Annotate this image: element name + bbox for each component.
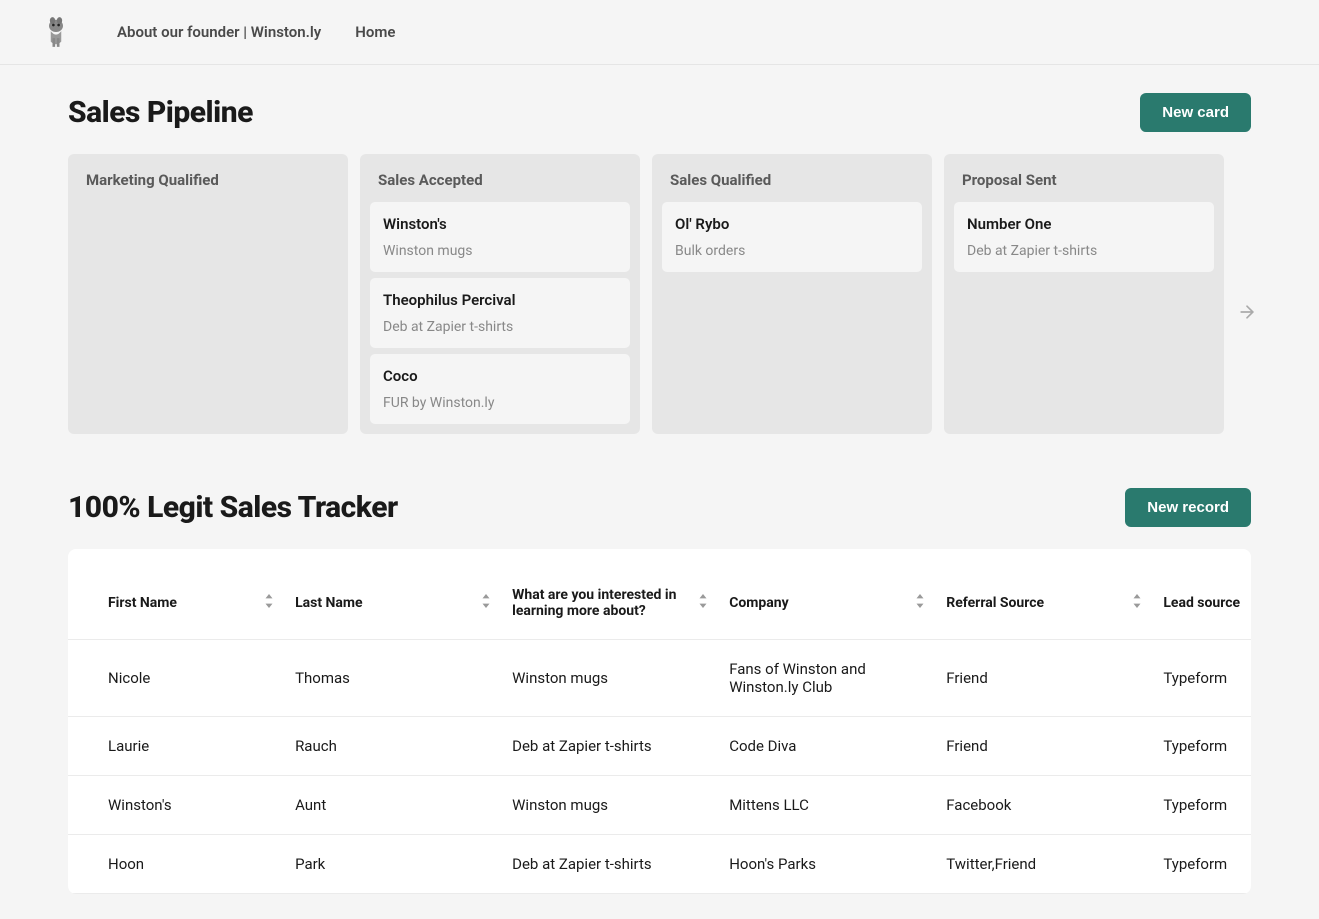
pipeline-card[interactable]: Winston's Winston mugs xyxy=(370,202,630,272)
pipeline-card[interactable]: Theophilus Percival Deb at Zapier t-shir… xyxy=(370,278,630,348)
scroll-right-button[interactable] xyxy=(1237,302,1257,326)
top-nav: About our founder | Winston.ly Home xyxy=(0,0,1319,65)
pipeline-header: Sales Pipeline New card xyxy=(68,93,1251,132)
pipeline-board: Marketing Qualified Sales Accepted Winst… xyxy=(68,154,1251,434)
sort-icon[interactable] xyxy=(263,594,275,612)
tracker-table: First Name Last Name xyxy=(68,577,1251,894)
nav-link-home[interactable]: Home xyxy=(355,23,395,41)
tracker-table-container: First Name Last Name xyxy=(68,549,1251,894)
header-label: Company xyxy=(729,595,788,611)
pipeline-column: Sales Qualified Ol' Rybo Bulk orders xyxy=(652,154,932,434)
cell-interest: Winston mugs xyxy=(502,640,719,717)
cell-referral: Facebook xyxy=(936,776,1153,835)
cell-last-name: Park xyxy=(285,835,502,894)
sort-icon[interactable] xyxy=(480,594,492,612)
tracker-header: 100% Legit Sales Tracker New record xyxy=(68,488,1251,527)
cell-lead: Typeform xyxy=(1153,640,1251,717)
card-title: Coco xyxy=(383,367,617,385)
pipeline-column: Sales Accepted Winston's Winston mugs Th… xyxy=(360,154,640,434)
cell-first-name: Hoon xyxy=(68,835,285,894)
sort-icon[interactable] xyxy=(914,594,926,612)
card-subtitle: Winston mugs xyxy=(383,243,617,259)
cell-referral: Friend xyxy=(936,640,1153,717)
cell-lead: Typeform xyxy=(1153,835,1251,894)
header-label: First Name xyxy=(108,595,177,611)
table-row[interactable]: Hoon Park Deb at Zapier t-shirts Hoon's … xyxy=(68,835,1251,894)
card-title: Winston's xyxy=(383,215,617,233)
card-subtitle: Deb at Zapier t-shirts xyxy=(967,243,1201,259)
pipeline-card[interactable]: Coco FUR by Winston.ly xyxy=(370,354,630,424)
cell-company: Code Diva xyxy=(719,717,936,776)
card-title: Number One xyxy=(967,215,1201,233)
cell-first-name: Nicole xyxy=(68,640,285,717)
header-label: Last Name xyxy=(295,595,363,611)
table-row[interactable]: Laurie Rauch Deb at Zapier t-shirts Code… xyxy=(68,717,1251,776)
header-label: What are you interested in learning more… xyxy=(512,587,689,619)
table-header[interactable]: What are you interested in learning more… xyxy=(502,577,719,640)
cell-first-name: Winston's xyxy=(68,776,285,835)
sort-icon[interactable] xyxy=(1131,594,1143,612)
pipeline-column: Proposal Sent Number One Deb at Zapier t… xyxy=(944,154,1224,434)
sort-icon[interactable] xyxy=(697,594,709,612)
logo-icon xyxy=(42,15,70,49)
table-row[interactable]: Winston's Aunt Winston mugs Mittens LLC … xyxy=(68,776,1251,835)
pipeline-column: Marketing Qualified xyxy=(68,154,348,434)
card-title: Ol' Rybo xyxy=(675,215,909,233)
table-header[interactable]: Referral Source xyxy=(936,577,1153,640)
cell-referral: Twitter,Friend xyxy=(936,835,1153,894)
tracker-title: 100% Legit Sales Tracker xyxy=(68,490,398,525)
card-subtitle: Deb at Zapier t-shirts xyxy=(383,319,617,335)
pipeline-title: Sales Pipeline xyxy=(68,95,253,130)
card-title: Theophilus Percival xyxy=(383,291,617,309)
table-header[interactable]: Last Name xyxy=(285,577,502,640)
cell-company: Hoon's Parks xyxy=(719,835,936,894)
table-header[interactable]: Company xyxy=(719,577,936,640)
nav-link-about[interactable]: About our founder | Winston.ly xyxy=(117,23,321,41)
cell-interest: Winston mugs xyxy=(502,776,719,835)
cell-referral: Friend xyxy=(936,717,1153,776)
cell-interest: Deb at Zapier t-shirts xyxy=(502,835,719,894)
new-record-button[interactable]: New record xyxy=(1125,488,1251,527)
column-title: Proposal Sent xyxy=(954,167,1214,202)
cell-lead: Typeform xyxy=(1153,776,1251,835)
cell-last-name: Aunt xyxy=(285,776,502,835)
pipeline-card[interactable]: Number One Deb at Zapier t-shirts xyxy=(954,202,1214,272)
cell-company: Mittens LLC xyxy=(719,776,936,835)
column-title: Marketing Qualified xyxy=(78,167,338,202)
pipeline-card[interactable]: Ol' Rybo Bulk orders xyxy=(662,202,922,272)
cell-company: Fans of Winston and Winston.ly Club xyxy=(719,640,936,717)
table-row[interactable]: Nicole Thomas Winston mugs Fans of Winst… xyxy=(68,640,1251,717)
cell-interest: Deb at Zapier t-shirts xyxy=(502,717,719,776)
arrow-right-icon xyxy=(1237,302,1257,322)
header-label: Lead source xyxy=(1163,595,1240,611)
cell-last-name: Thomas xyxy=(285,640,502,717)
new-card-button[interactable]: New card xyxy=(1140,93,1251,132)
cell-first-name: Laurie xyxy=(68,717,285,776)
card-subtitle: Bulk orders xyxy=(675,243,909,259)
card-subtitle: FUR by Winston.ly xyxy=(383,395,617,411)
table-header[interactable]: Lead source xyxy=(1153,577,1251,640)
column-title: Sales Accepted xyxy=(370,167,630,202)
cell-lead: Typeform xyxy=(1153,717,1251,776)
column-title: Sales Qualified xyxy=(662,167,922,202)
table-header[interactable]: First Name xyxy=(68,577,285,640)
logo[interactable] xyxy=(40,13,72,51)
cell-last-name: Rauch xyxy=(285,717,502,776)
header-label: Referral Source xyxy=(946,595,1044,611)
